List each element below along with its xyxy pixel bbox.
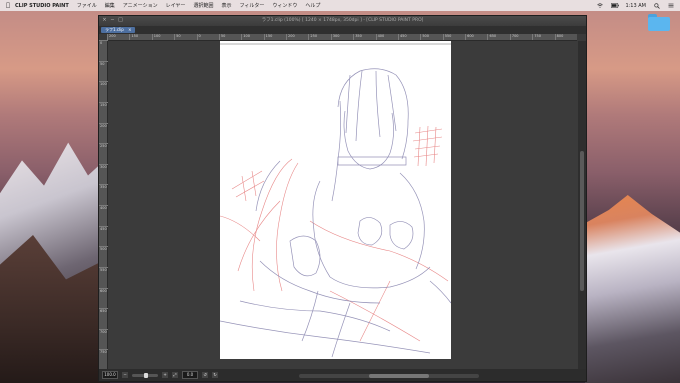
navigator-statusbar: 100.0 − + ⤢ 0.0 ↺ ↻ [99, 369, 586, 381]
zoom-level-field[interactable]: 100.0 [102, 371, 118, 379]
document-tab-label: ラフ1.clip [105, 27, 124, 32]
menu-animation[interactable]: アニメーション [123, 2, 158, 9]
rotate-left-icon[interactable]: ↺ [202, 372, 208, 378]
window-title: ラフ1.clip (100%) [ 1240 × 1748px, 350dpi … [261, 18, 424, 23]
menu-window[interactable]: ウィンドウ [272, 2, 297, 9]
minimize-icon[interactable]: − [110, 18, 115, 23]
rough-sketch [219, 43, 452, 358]
ruler-h-tick: 50 [174, 34, 181, 40]
wifi-icon[interactable] [597, 3, 604, 8]
ruler-v-tick: 500 [99, 246, 108, 252]
spotlight-search-icon[interactable] [654, 3, 660, 9]
zoom-in-icon[interactable]: + [162, 372, 168, 378]
vertical-scrollbar[interactable] [578, 41, 586, 370]
menu-help[interactable]: ヘルプ [305, 2, 320, 9]
ruler-h-tick: 100 [151, 34, 161, 40]
ruler-v-tick: 50 [99, 60, 108, 66]
tab-close-icon[interactable]: × [128, 27, 131, 32]
ruler-v-tick: 550 [99, 266, 108, 272]
close-icon[interactable]: × [102, 18, 107, 23]
ruler-v-tick: 600 [99, 287, 108, 293]
menu-selection[interactable]: 選択範囲 [193, 2, 213, 9]
ruler-v-tick: 300 [99, 163, 108, 169]
ruler-h-tick: 500 [420, 34, 430, 40]
maximize-icon[interactable]: □ [118, 18, 123, 23]
ruler-v-tick: 350 [99, 184, 108, 190]
drawing-canvas[interactable] [219, 41, 452, 359]
window-controls: × − □ [102, 18, 123, 23]
ruler-v-tick: 750 [99, 349, 108, 355]
ruler-h-tick: 550 [442, 34, 452, 40]
menu-file[interactable]: ファイル [77, 2, 97, 9]
ruler-v-tick: 0 [99, 40, 108, 45]
mac-menubar:  CLIP STUDIO PAINT ファイル 編集 アニメーション レイヤー… [0, 0, 680, 11]
rotate-right-icon[interactable]: ↻ [212, 372, 218, 378]
ruler-h-tick: 350 [353, 34, 362, 40]
ruler-h-tick: 650 [487, 34, 497, 40]
ruler-h-tick: 300 [330, 34, 340, 40]
ruler-v-tick: 250 [99, 143, 108, 149]
ruler-h-tick: 250 [308, 34, 318, 40]
vertical-ruler[interactable]: 0 50 100 150 200 250 300 350 400 450 500 550 600 650 7… [99, 40, 108, 370]
battery-icon[interactable] [611, 3, 620, 8]
ruler-h-tick: 700 [509, 34, 519, 40]
ruler-h-tick: 0 [196, 34, 201, 40]
ruler-h-tick: 450 [397, 34, 407, 40]
horizontal-ruler[interactable]: 200 150 100 50 0 50 100 150 200 250 300 350 400 450 50… [107, 34, 577, 41]
vertical-scroll-thumb[interactable] [580, 151, 584, 291]
canvas-workspace[interactable] [108, 41, 578, 370]
ruler-h-tick: 150 [129, 34, 139, 40]
document-tab[interactable]: ラフ1.clip × [101, 27, 136, 33]
ruler-h-tick: 400 [375, 34, 385, 40]
ruler-v-tick: 400 [99, 205, 108, 210]
notification-center-icon[interactable] [668, 3, 674, 8]
ruler-v-tick: 450 [99, 225, 108, 231]
ruler-v-tick: 200 [99, 122, 108, 128]
ruler-v-tick: 650 [99, 308, 108, 314]
zoom-slider-knob[interactable] [144, 372, 148, 378]
folder-body [648, 17, 670, 31]
zoom-out-icon[interactable]: − [122, 372, 128, 378]
menu-view[interactable]: 表示 [221, 2, 231, 9]
menu-app-name[interactable]: CLIP STUDIO PAINT [15, 3, 69, 9]
ruler-h-tick: 200 [107, 34, 116, 40]
horizontal-scroll-thumb[interactable] [369, 374, 429, 378]
clip-studio-window: × − □ ラフ1.clip (100%) [ 1240 × 1748px, 3… [98, 15, 587, 382]
document-tab-bar: ラフ1.clip × [99, 26, 586, 34]
horizontal-scrollbar[interactable] [299, 374, 479, 378]
fit-window-icon[interactable]: ⤢ [172, 372, 178, 378]
ruler-v-tick: 150 [99, 101, 108, 107]
menubar-clock[interactable]: 1:13 AM [625, 3, 646, 9]
menu-edit[interactable]: 編集 [105, 2, 115, 9]
ruler-h-tick: 800 [554, 34, 564, 40]
menubar-status-area: 1:13 AM [597, 0, 674, 11]
ruler-h-tick: 100 [241, 34, 250, 40]
window-titlebar[interactable]: × − □ ラフ1.clip (100%) [ 1240 × 1748px, 3… [99, 16, 586, 26]
menu-filter[interactable]: フィルター [239, 2, 264, 9]
ruler-h-tick: 600 [465, 34, 474, 40]
ruler-v-tick: 700 [99, 328, 108, 334]
menu-layer[interactable]: レイヤー [166, 2, 186, 9]
ruler-h-tick: 50 [218, 34, 226, 40]
ruler-h-tick: 150 [263, 34, 273, 40]
rotation-angle-field[interactable]: 0.0 [182, 371, 198, 379]
ruler-v-tick: 100 [99, 81, 108, 87]
ruler-h-tick: 750 [532, 34, 541, 40]
ruler-h-tick: 200 [286, 34, 295, 40]
zoom-slider[interactable] [132, 372, 158, 378]
desktop-folder-icon[interactable] [648, 14, 670, 31]
apple-menu-icon[interactable]:  [3, 2, 13, 9]
